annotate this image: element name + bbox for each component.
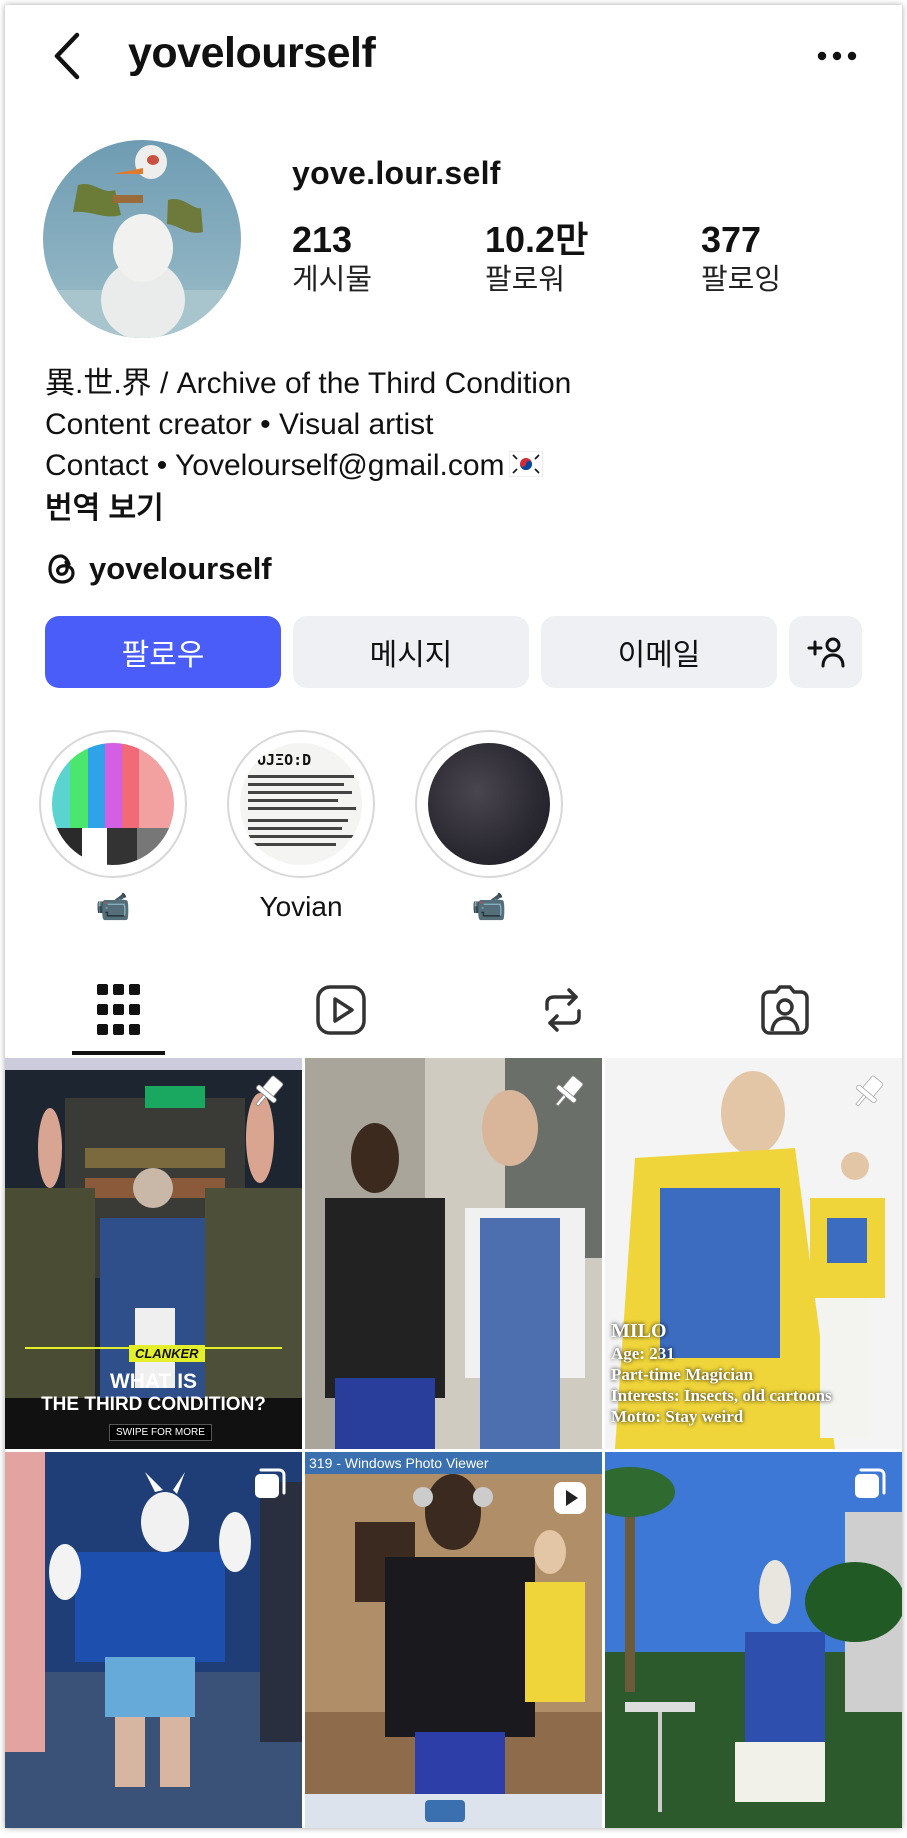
tab-tagged[interactable] [735, 970, 835, 1050]
back-button[interactable] [45, 27, 95, 85]
post-overlay-text: Interests: Insects, old cartoons [611, 1386, 832, 1405]
stat-followers[interactable]: 10.2만 팔로워 [485, 218, 588, 298]
stat-posts[interactable]: 213 게시물 [292, 218, 372, 298]
post-overlay-tag: CLANKER [129, 1345, 205, 1362]
more-options-button[interactable] [812, 41, 862, 71]
post-overlay-text: WHAT IS [109, 1370, 198, 1393]
more-horizontal-icon [817, 51, 857, 61]
photo-viewer-titlebar: 319 - Windows Photo Viewer [305, 1452, 602, 1474]
pinned-icon [848, 1072, 888, 1117]
highlight-ring [39, 730, 187, 878]
tab-reposts[interactable] [513, 970, 613, 1050]
profile-avatar[interactable] [43, 140, 241, 338]
bio-contact-text: Contact • Yovelourself@gmail.com [45, 449, 505, 482]
svg-text:VOJΞO:D: VOJΞO:D [248, 751, 311, 769]
post-tile[interactable] [5, 1452, 302, 1828]
snowman-photo [43, 145, 241, 338]
stat-following[interactable]: 377 팔로잉 [701, 218, 781, 298]
add-user-button[interactable] [789, 616, 862, 688]
stat-following-label: 팔로잉 [701, 264, 782, 296]
carousel-icon [252, 1466, 288, 1507]
post-tile[interactable]: MILO Age: 231 Part-time Magician Interes… [605, 1058, 902, 1449]
header-username: yovelourself [128, 29, 376, 77]
post-overlay-text: Age: 231 [611, 1344, 675, 1363]
grid-icon [97, 984, 140, 1035]
highlight-2[interactable]: VOJΞO:D Yovian [227, 730, 375, 924]
highlight-label: 📹 [471, 891, 507, 922]
stat-posts-label: 게시물 [292, 264, 373, 296]
highlight-cover-dark-texture [428, 743, 550, 865]
post-image [605, 1452, 902, 1828]
highlight-1[interactable]: 📹 [39, 730, 187, 924]
post-overlay-text: SWIPE FOR MORE [109, 1424, 212, 1441]
post-tile[interactable] [605, 1452, 902, 1828]
korea-flag-icon [508, 447, 544, 488]
threads-icon [48, 554, 75, 584]
repost-icon [545, 988, 581, 1032]
reels-icon [316, 985, 366, 1035]
threads-link[interactable]: yovelourself [45, 546, 272, 592]
threads-handle: yovelourself [89, 551, 272, 586]
highlight-cover-text-sheet: VOJΞO:D [240, 743, 362, 865]
post-overlay-text: THE THIRD CONDITION? [41, 1394, 266, 1415]
stat-following-value: 377 [701, 219, 762, 260]
display-name: yove.lour.self [292, 155, 501, 191]
highlight-3[interactable]: 📹 [415, 730, 563, 924]
top-bar: yovelourself [5, 5, 902, 110]
highlight-label: 📹 [95, 891, 131, 922]
bio-line-3: Contact • Yovelourself@gmail.com [45, 445, 571, 488]
bio-line-2: Content creator • Visual artist [45, 408, 434, 441]
chevron-left-icon [54, 32, 80, 80]
active-tab-indicator [72, 1051, 165, 1055]
app-frame: yovelourself yove.lour.self 213 게시물 10.2… [5, 5, 902, 1828]
post-overlay-text: MILO [611, 1320, 667, 1342]
pinned-icon [548, 1072, 588, 1117]
reel-icon [552, 1480, 588, 1521]
bio: 異.世.界 / Archive of the Third Condition C… [45, 363, 571, 529]
post-overlay-text: Part-time Magician [611, 1365, 754, 1384]
tagged-person-icon [761, 985, 809, 1035]
highlight-cover-tv-bars [52, 743, 174, 865]
translate-link[interactable]: 번역 보기 [45, 488, 571, 529]
stat-followers-value: 10.2만 [485, 219, 589, 260]
add-person-icon [807, 637, 844, 668]
tab-grid[interactable] [69, 970, 169, 1050]
follow-button[interactable]: 팔로우 [45, 616, 281, 688]
highlight-label: Yovian [259, 891, 343, 922]
post-tile[interactable]: CLANKER WHAT IS THE THIRD CONDITION? SWI… [5, 1058, 302, 1449]
posts-grid: CLANKER WHAT IS THE THIRD CONDITION? SWI… [5, 1058, 902, 1828]
post-image [5, 1452, 302, 1828]
stat-posts-value: 213 [292, 219, 353, 260]
post-tile[interactable]: 319 - Windows Photo Viewer [305, 1452, 602, 1828]
tab-reels[interactable] [291, 970, 391, 1050]
highlight-ring [415, 730, 563, 878]
post-overlay-text: Motto: Stay weird [611, 1407, 744, 1426]
email-button[interactable]: 이메일 [541, 616, 777, 688]
bio-line-1: 異.世.界 / Archive of the Third Condition [45, 367, 572, 400]
highlight-ring: VOJΞO:D [227, 730, 375, 878]
carousel-icon [852, 1466, 888, 1507]
pinned-icon [248, 1072, 288, 1117]
stat-followers-label: 팔로워 [485, 264, 566, 296]
message-button[interactable]: 메시지 [293, 616, 529, 688]
post-tile[interactable] [305, 1058, 602, 1449]
